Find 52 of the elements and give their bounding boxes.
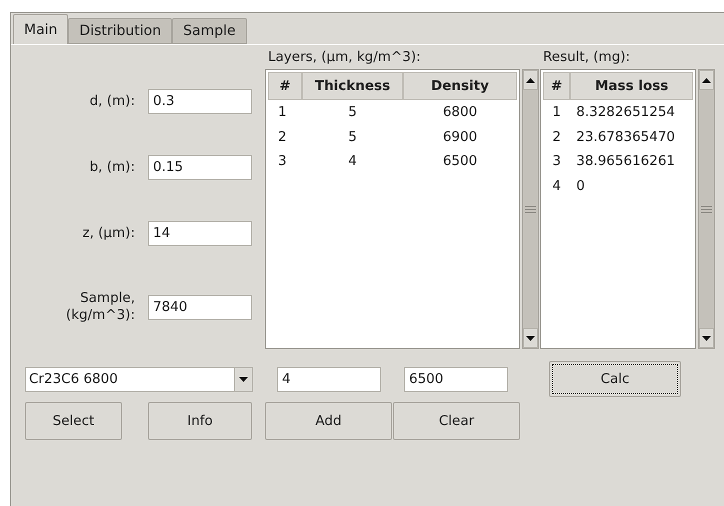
field-label: b, (m): <box>88 158 135 176</box>
down-arrow-icon <box>702 336 711 340</box>
column-header[interactable]: # <box>543 72 570 100</box>
action-button[interactable]: Add <box>265 402 392 440</box>
action-button[interactable]: Select <box>25 402 122 440</box>
up-arrow-icon <box>526 78 535 82</box>
column-header[interactable]: Density <box>403 72 517 100</box>
grip-icon <box>701 206 712 212</box>
table-cell-text: 23.678365470 <box>575 128 676 145</box>
table-title: Result, (mg): <box>542 48 632 67</box>
table-cell-text: 3 <box>551 153 562 170</box>
table-cell-text: 38.965616261 <box>575 153 676 170</box>
tab[interactable]: Main <box>13 14 68 44</box>
action-button[interactable]: Info <box>148 402 252 440</box>
tab[interactable]: Distribution <box>68 18 172 44</box>
table-cell-text: 1 <box>551 104 562 120</box>
table-cell-text: 6800 <box>442 104 478 120</box>
thickness-field[interactable]: 4 <box>277 366 381 392</box>
material-dropdown[interactable]: Cr23C6 6800 <box>25 366 253 392</box>
table-cell-text: 8.3282651254 <box>575 104 676 120</box>
scrollbar[interactable] <box>698 69 715 349</box>
column-header[interactable]: # <box>268 72 302 100</box>
table-title: Layers, (µm, kg/m^3): <box>267 48 422 67</box>
column-header[interactable]: Mass loss <box>570 72 693 100</box>
table-cell-text: 3 <box>277 153 288 170</box>
dropdown-arrow-icon <box>239 376 248 382</box>
input-field[interactable]: 0.3 <box>148 88 252 114</box>
field-label: Sample, (kg/m^3): <box>64 290 135 324</box>
table-cell-text: 6500 <box>442 153 478 170</box>
tab[interactable]: Sample <box>172 18 247 44</box>
table-cell-text: 4 <box>551 178 562 194</box>
action-button[interactable]: Clear <box>393 402 520 440</box>
density-field[interactable]: 6500 <box>404 366 508 392</box>
table-cell-text: 4 <box>347 153 358 170</box>
table-cell-text: 6900 <box>442 128 478 145</box>
table-cell-text: 5 <box>347 128 358 145</box>
calc-button[interactable]: Calc <box>549 361 681 397</box>
grip-icon <box>525 206 536 212</box>
table-cell-text: 2 <box>277 128 288 145</box>
down-arrow-icon <box>526 336 535 340</box>
table-cell-text: 1 <box>277 104 288 120</box>
field-label: d, (m): <box>88 92 135 110</box>
scrollbar[interactable] <box>522 69 539 349</box>
field-label: z, (µm): <box>82 224 135 242</box>
input-field[interactable]: 7840 <box>148 294 252 320</box>
input-field[interactable]: 0.15 <box>148 154 252 180</box>
table-cell-text: 0 <box>575 178 586 194</box>
input-field[interactable]: 14 <box>148 220 252 246</box>
up-arrow-icon <box>702 78 711 82</box>
table-cell-text: 2 <box>551 128 562 145</box>
column-header[interactable]: Thickness <box>302 72 403 100</box>
table-cell-text: 5 <box>347 104 358 120</box>
